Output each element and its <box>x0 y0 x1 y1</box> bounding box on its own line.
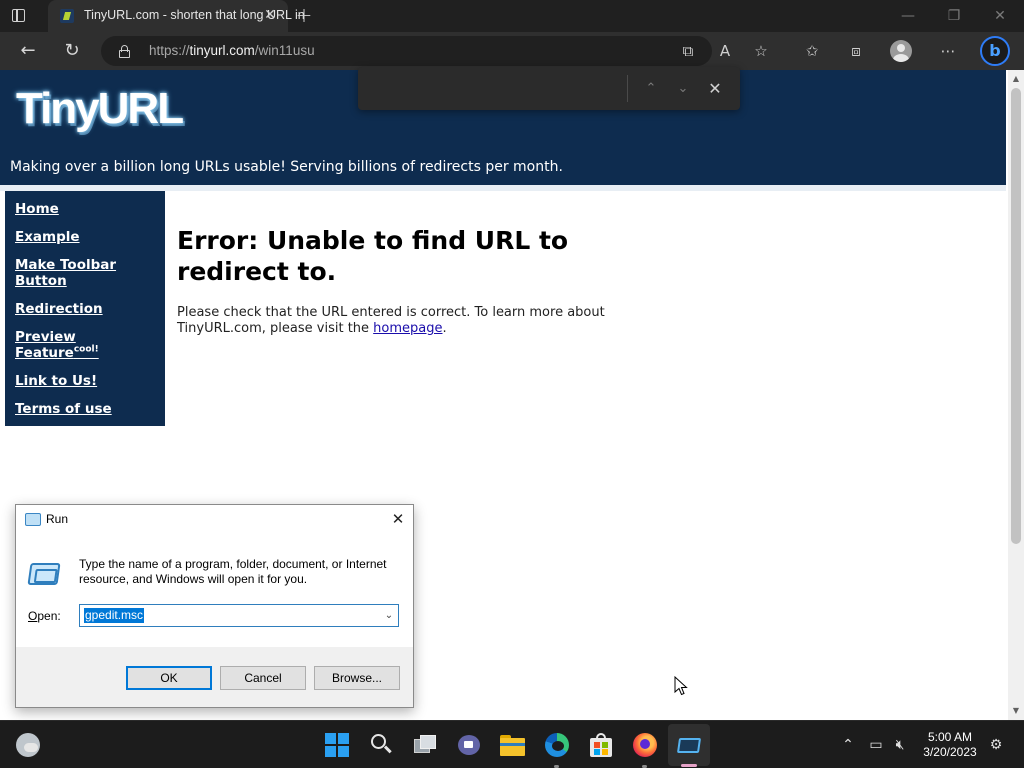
add-favorite-icon[interactable]: ☆ <box>750 40 772 62</box>
browser-tab-bar: TinyURL.com - shorten that long URL into… <box>0 0 1024 32</box>
run-titlebar[interactable]: Run ✕ <box>16 505 413 535</box>
chevron-up-icon[interactable]: ⌃ <box>838 735 858 755</box>
system-clock[interactable]: 5:00 AM 3/20/2023 <box>914 730 986 760</box>
find-on-page-bar: ⌃ ⌄ ✕ <box>358 67 740 110</box>
page-scrollbar[interactable]: ▲ ▼ <box>1008 70 1024 720</box>
nav-link-redirection[interactable]: Redirection <box>15 301 155 317</box>
tinyurl-logo[interactable]: TinyURL <box>16 84 184 134</box>
task-view-icon[interactable] <box>412 732 438 758</box>
site-tagline: Making over a billion long URLs usable! … <box>10 159 563 175</box>
microsoft-store-icon[interactable] <box>588 732 614 758</box>
start-button[interactable] <box>324 732 350 758</box>
nav-link-home[interactable]: Home <box>15 201 155 217</box>
new-tab-button[interactable]: + <box>294 5 314 26</box>
run-taskbar-icon[interactable] <box>676 732 702 758</box>
cancel-button[interactable]: Cancel <box>220 666 306 690</box>
windows-taskbar: ⌃ ▭ 🔇︎ 5:00 AM 3/20/2023 ⚙ <box>0 720 1024 768</box>
browse-button[interactable]: Browse... <box>314 666 400 690</box>
tab-close-icon[interactable]: ✕ <box>262 7 278 23</box>
favorites-icon[interactable]: ✩ <box>801 40 823 62</box>
scroll-up-icon[interactable]: ▲ <box>1008 72 1024 86</box>
open-label: Open: <box>28 609 61 623</box>
firefox-icon[interactable] <box>632 732 658 758</box>
nav-link-toolbar-button[interactable]: Make Toolbar Button <box>15 257 155 289</box>
scroll-down-icon[interactable]: ▼ <box>1008 704 1024 718</box>
find-close-icon[interactable]: ✕ <box>704 78 726 100</box>
error-heading: Error: Unable to find URL to redirect to… <box>177 226 569 286</box>
run-program-icon <box>27 563 61 585</box>
teams-chat-icon[interactable] <box>456 732 482 758</box>
ok-button[interactable]: OK <box>126 666 212 690</box>
run-icon <box>25 513 41 526</box>
browser-tab-active[interactable]: TinyURL.com - shorten that long URL into… <box>48 0 304 32</box>
run-description: Type the name of a program, folder, docu… <box>79 557 387 586</box>
more-options-icon[interactable]: ⋯ <box>937 40 959 62</box>
homepage-link[interactable]: homepage <box>373 321 442 336</box>
mouse-cursor-icon <box>674 676 688 696</box>
clock-time: 5:00 AM <box>927 730 973 744</box>
find-previous-icon[interactable]: ⌃ <box>640 78 662 100</box>
network-icon[interactable]: ▭ <box>866 735 886 755</box>
weather-widget-icon[interactable] <box>16 733 40 757</box>
find-next-icon[interactable]: ⌄ <box>672 78 694 100</box>
url-text: https://tinyurl.com/win11usu <box>149 43 315 58</box>
bing-chat-icon[interactable]: b <box>980 36 1010 66</box>
find-input[interactable] <box>366 73 630 103</box>
chevron-down-icon[interactable]: ⌄ <box>382 608 396 624</box>
open-input-value[interactable]: gpedit.msc <box>84 608 145 623</box>
run-dialog: Run ✕ Type the name of a program, folder… <box>15 504 414 708</box>
restore-button[interactable]: ❐ <box>944 6 964 26</box>
app-available-icon[interactable]: ⧉ <box>677 40 699 62</box>
address-bar[interactable]: https://tinyurl.com/win11usu <box>101 36 712 66</box>
side-navigation: Home Example Make Toolbar Button Redirec… <box>5 191 165 426</box>
back-button[interactable]: ← <box>17 40 39 62</box>
run-title: Run <box>46 512 69 526</box>
lock-icon[interactable] <box>119 45 130 58</box>
clock-date: 3/20/2023 <box>923 745 977 759</box>
nav-link-example[interactable]: Example <box>15 229 155 245</box>
collections-icon[interactable]: ⧈ <box>845 40 867 62</box>
tab-actions-icon[interactable] <box>10 7 28 25</box>
open-combobox[interactable]: gpedit.msc ⌄ <box>79 604 399 627</box>
close-window-button[interactable]: ✕ <box>990 6 1010 26</box>
main-content: Error: Unable to find URL to redirect to… <box>177 225 637 337</box>
profile-avatar[interactable] <box>890 40 912 62</box>
volume-muted-icon[interactable]: 🔇︎ <box>890 735 910 755</box>
scrollbar-thumb[interactable] <box>1011 88 1021 544</box>
nav-link-terms[interactable]: Terms of use <box>15 401 155 417</box>
nav-link-preview-feature[interactable]: Preview Featurecool! <box>15 329 155 361</box>
nav-link-link-to-us[interactable]: Link to Us! <box>15 373 155 389</box>
search-icon[interactable] <box>368 732 394 758</box>
edge-browser-icon[interactable] <box>544 732 570 758</box>
tinyurl-favicon-icon <box>60 9 74 23</box>
file-explorer-icon[interactable] <box>500 732 526 758</box>
read-aloud-icon[interactable]: A <box>714 40 736 62</box>
notifications-icon[interactable]: ⚙ <box>986 735 1006 755</box>
minimize-button[interactable]: — <box>898 6 918 26</box>
error-message: Please check that the URL entered is cor… <box>177 305 605 336</box>
browser-toolbar: ← ↻ https://tinyurl.com/win11usu ⧉ A ☆ ✩… <box>0 32 1024 70</box>
run-close-icon[interactable]: ✕ <box>388 509 408 529</box>
cool-badge: cool! <box>73 344 99 355</box>
refresh-button[interactable]: ↻ <box>61 40 83 62</box>
